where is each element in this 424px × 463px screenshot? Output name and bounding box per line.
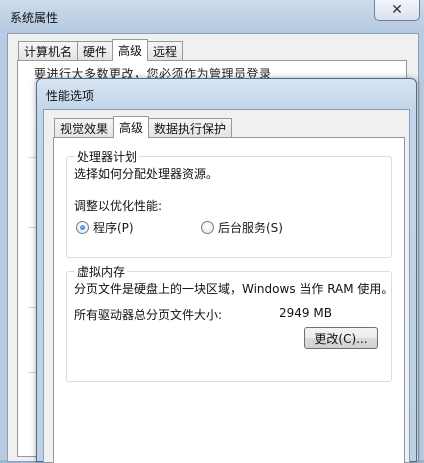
- performance-options-body: 视觉效果 高级 数据执行保护 处理器计划 选择如何分配处理器资源。 调整以优化性…: [43, 109, 410, 463]
- system-properties-title: 系统属性: [10, 11, 59, 25]
- processor-scheduling-group: 处理器计划 选择如何分配处理器资源。 调整以优化性能: 程序(P) 后台服务(S…: [66, 148, 392, 258]
- tab-hardware[interactable]: 硬件: [77, 41, 114, 61]
- radio-background-services-label: 后台服务(S): [218, 221, 283, 235]
- radio-unchecked-icon: [201, 221, 214, 234]
- radio-background-services[interactable]: 后台服务(S): [201, 219, 283, 236]
- close-icon: ✕: [391, 2, 403, 18]
- change-button[interactable]: 更改(C)...: [304, 327, 378, 349]
- radio-programs-label: 程序(P): [93, 221, 134, 235]
- tab-dep[interactable]: 数据执行保护: [148, 118, 233, 138]
- radio-checked-icon: [76, 221, 89, 234]
- virtual-memory-description: 分页文件是硬盘上的一块区域，Windows 当作 RAM 使用。: [74, 282, 394, 296]
- paging-file-total-value: 2949 MB: [279, 306, 332, 320]
- tab-visual-effects[interactable]: 视觉效果: [54, 118, 115, 138]
- system-properties-tabs: 计算机名 硬件 高级 远程: [18, 39, 184, 61]
- tab-advanced[interactable]: 高级: [112, 39, 149, 61]
- virtual-memory-title: 虚拟内存: [75, 263, 128, 280]
- radio-programs[interactable]: 程序(P): [76, 219, 134, 236]
- virtual-memory-group: 虚拟内存 分页文件是硬盘上的一块区域，Windows 当作 RAM 使用。 所有…: [66, 263, 394, 382]
- paging-file-total-label: 所有驱动器总分页文件大小:: [74, 308, 223, 322]
- tab-remote[interactable]: 远程: [147, 41, 184, 61]
- adjust-performance-label: 调整以优化性能:: [74, 199, 163, 213]
- processor-scheduling-title: 处理器计划: [75, 148, 140, 165]
- close-button[interactable]: ✕: [374, 0, 420, 21]
- performance-options-title: 性能选项: [46, 89, 95, 103]
- processor-scheduling-description: 选择如何分配处理器资源。: [74, 167, 219, 181]
- tab-advanced-perf[interactable]: 高级: [113, 116, 150, 138]
- performance-options-panel: 处理器计划 选择如何分配处理器资源。 调整以优化性能: 程序(P) 后台服务(S…: [53, 137, 405, 463]
- performance-options-dialog: 性能选项 视觉效果 高级 数据执行保护 处理器计划 选择如何分配处理器资源。 调…: [36, 78, 417, 463]
- performance-options-tabs: 视觉效果 高级 数据执行保护: [54, 116, 233, 138]
- tab-computer-name[interactable]: 计算机名: [18, 41, 79, 61]
